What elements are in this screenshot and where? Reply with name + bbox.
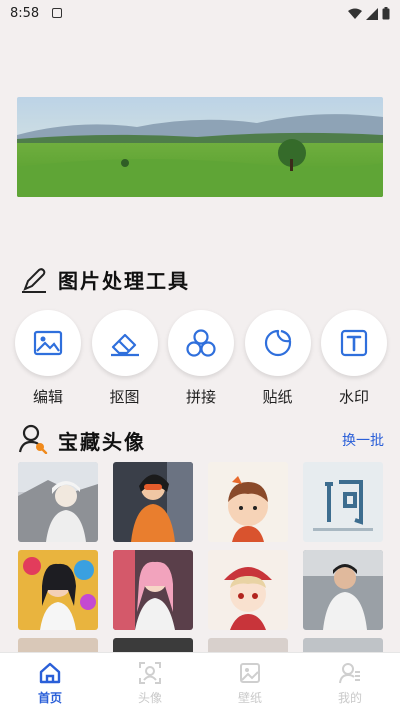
collage-icon [186,329,216,357]
battery-icon [382,7,390,20]
tool-cutout-button[interactable] [91,310,158,376]
tools-section-header: 图片处理工具 [20,265,190,294]
wallpaper-icon [240,663,260,683]
status-bar: 8:58 [0,0,400,28]
sticker-icon [264,329,291,357]
signal-icon [366,7,378,20]
tool-sticker-button[interactable] [244,310,311,376]
avatars-section-title: 宝藏头像 [58,430,146,454]
tool-watermark[interactable]: 水印 [320,310,388,407]
bottom-tab-bar: 首页 头像 壁纸 我的 [0,652,400,714]
avatars-section-header: 宝藏头像 换一批 [18,422,384,454]
avatar-thumbnail[interactable] [113,638,193,652]
landscape-illustration [17,97,383,197]
tools-row: 编辑 抠图 拼接 贴纸 水印 [14,310,388,407]
banner-image[interactable] [17,97,383,197]
tool-watermark-button[interactable] [321,310,387,376]
tool-collage-button[interactable] [168,310,234,376]
tab-wallpaper[interactable]: 壁纸 [200,653,300,714]
tool-cutout[interactable]: 抠图 [91,310,159,407]
status-time: 8:58 [10,6,40,21]
pencil-icon [22,267,46,293]
tab-label: 壁纸 [237,691,262,705]
avatar-thumbnail[interactable] [113,550,193,630]
profile-icon [339,663,360,684]
eraser-icon [110,333,139,357]
wifi-icon [348,8,362,19]
tab-label: 首页 [37,691,62,705]
tool-label: 拼接 [185,388,216,406]
tab-home[interactable]: 首页 [0,653,100,714]
user-search-icon [18,424,48,454]
tools-section-title: 图片处理工具 [58,269,190,293]
image-icon [33,330,63,356]
avatar-thumbnail[interactable] [113,462,193,542]
avatar-thumbnail[interactable] [208,638,288,652]
avatar-thumbnail[interactable] [208,462,288,542]
tool-edit[interactable]: 编辑 [14,310,82,407]
tab-label: 头像 [137,691,162,705]
tool-label: 贴纸 [262,388,293,406]
tool-edit-button[interactable] [15,310,81,376]
tool-label: 抠图 [109,388,140,406]
avatar-grid [18,462,384,652]
avatar-thumbnail[interactable] [18,462,98,542]
refresh-avatars-link[interactable]: 换一批 [342,430,384,450]
tool-label: 水印 [338,388,369,406]
tab-label: 我的 [337,691,362,705]
avatar-thumbnail[interactable] [208,550,288,630]
tab-avatar[interactable]: 头像 [100,653,200,714]
avatar-thumbnail[interactable] [18,638,98,652]
avatar-thumbnail[interactable] [18,550,98,630]
avatar-thumbnail[interactable] [303,462,383,542]
tool-collage[interactable]: 拼接 [167,310,235,407]
home-icon [39,662,61,684]
avatar-thumbnail[interactable] [303,550,383,630]
avatar-thumbnail[interactable] [303,638,383,652]
tool-sticker[interactable]: 贴纸 [244,310,312,407]
avatar-icon [139,662,161,684]
tool-label: 编辑 [32,388,63,406]
text-watermark-icon [340,329,368,357]
status-icons [348,7,390,20]
notification-icon [52,8,62,18]
tab-profile[interactable]: 我的 [300,653,400,714]
